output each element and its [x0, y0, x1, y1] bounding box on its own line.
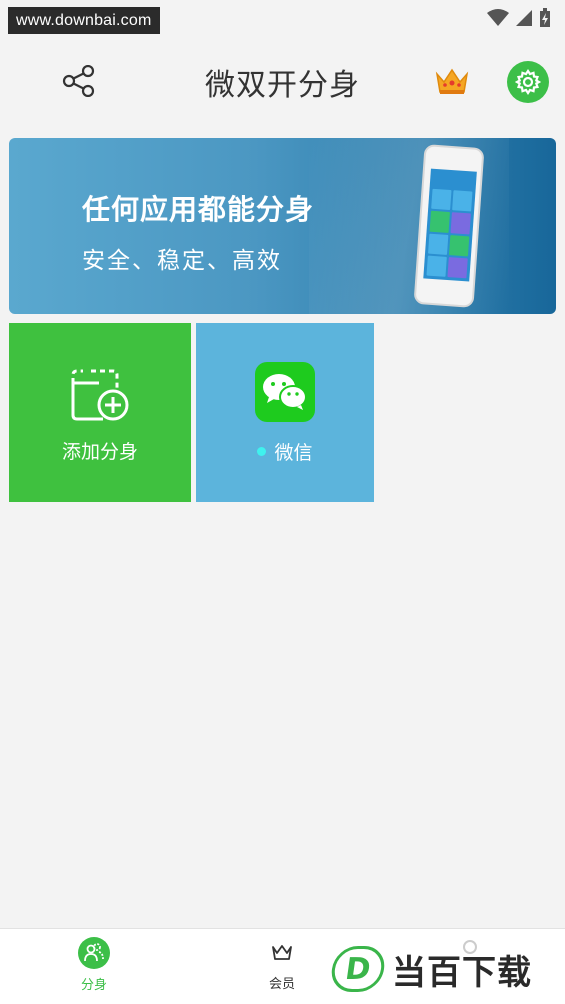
add-clone-tile[interactable]: 添加分身	[9, 323, 191, 502]
watermark-brand: D 当百下载	[328, 944, 532, 994]
crown-outline-icon	[268, 941, 296, 965]
wifi-icon	[487, 9, 509, 26]
wechat-clone-tile[interactable]: 微信	[196, 323, 374, 502]
watermark-text: 当百下载	[392, 952, 532, 993]
wechat-label-row: 微信	[257, 438, 313, 465]
share-button[interactable]	[58, 60, 100, 102]
banner-title: 任何应用都能分身	[82, 193, 315, 226]
nav-label-clone: 分身	[80, 978, 107, 993]
phone-screen	[423, 168, 477, 282]
phone-illustration	[413, 144, 485, 308]
wechat-label: 微信	[274, 442, 313, 464]
vip-button[interactable]	[432, 62, 472, 102]
add-clone-icon	[71, 369, 129, 421]
settings-button[interactable]	[507, 61, 549, 103]
battery-icon	[540, 8, 550, 27]
crown-icon	[435, 68, 469, 94]
gear-icon	[515, 69, 541, 95]
wechat-icon	[255, 362, 315, 422]
promo-banner[interactable]: 任何应用都能分身 安全、稳定、高效	[9, 138, 556, 314]
nav-item-clone[interactable]: 分身	[49, 929, 139, 1004]
nav-label-member: 会员	[268, 977, 295, 992]
app-header: 微双开分身	[0, 40, 565, 128]
add-clone-label: 添加分身	[61, 441, 138, 463]
signal-icon	[516, 10, 532, 26]
status-icons	[487, 8, 551, 28]
watermark-logo: D	[328, 946, 388, 992]
watermark-url: www.downbai.com	[8, 7, 160, 34]
clone-user-icon	[78, 937, 110, 969]
share-icon	[62, 65, 95, 97]
status-dot	[257, 447, 267, 456]
nav-item-member[interactable]: 会员	[237, 929, 327, 1004]
status-bar: www.downbai.com	[0, 0, 565, 36]
banner-subtitle: 安全、稳定、高效	[82, 248, 282, 274]
